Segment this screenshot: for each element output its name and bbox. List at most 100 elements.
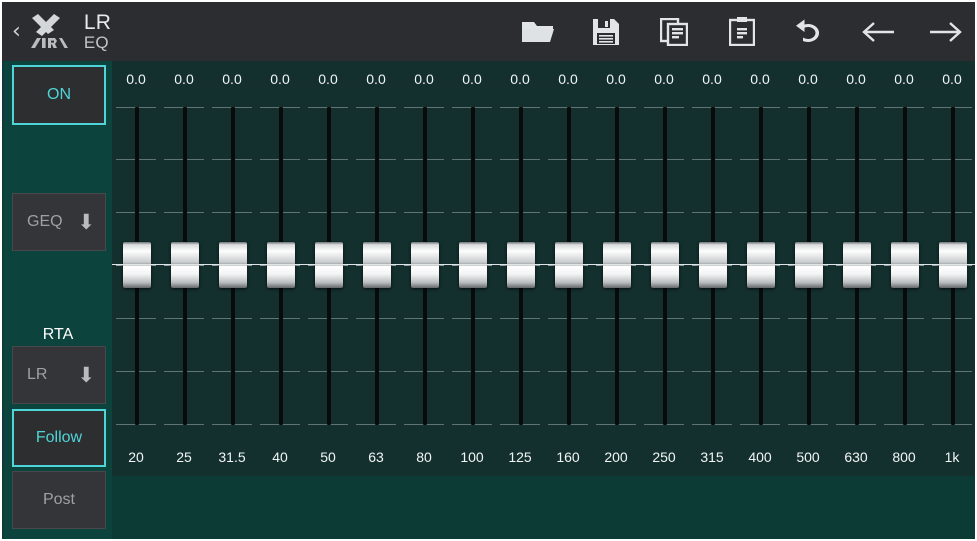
rta-follow-button[interactable]: Follow (12, 409, 106, 467)
geq-band-frequency: 40 (272, 449, 288, 465)
geq-band: 0.0 50 (304, 61, 354, 476)
geq-band-frequency: 400 (748, 449, 772, 465)
geq-band: 0.0 63 (352, 61, 402, 476)
geq-band-value: 0.0 (846, 71, 866, 87)
geq-band-frequency: 250 (652, 449, 676, 465)
geq-band: 0.0 100 (448, 61, 498, 476)
geq-band-frequency: 50 (320, 449, 336, 465)
undo-icon[interactable] (791, 12, 829, 52)
rta-post-label: Post (42, 491, 75, 508)
geq-band-frequency: 200 (604, 449, 628, 465)
geq-band-frequency: 1k (944, 449, 960, 465)
xair-logo (24, 10, 76, 54)
geq-band-value: 0.0 (366, 71, 386, 87)
geq-band-value: 0.0 (654, 71, 674, 87)
geq-fader-knob[interactable] (256, 242, 306, 288)
geq-band-value: 0.0 (222, 71, 242, 87)
geq-band-value: 0.0 (894, 71, 914, 87)
forward-arrow-icon[interactable] (927, 12, 965, 52)
geq-band-frequency: 315 (700, 449, 724, 465)
geq-fader-knob[interactable] (352, 242, 402, 288)
geq-band: 0.0 160 (544, 61, 594, 476)
geq-fader-knob[interactable] (688, 242, 738, 288)
geq-band: 0.0 31.5 (208, 61, 258, 476)
header-title-group: ‹ LR EQ (12, 2, 111, 61)
geq-band-frequency: 20 (128, 449, 144, 465)
copy-icon[interactable] (655, 12, 693, 52)
geq-mode-button[interactable]: GEQ ⬇ (12, 193, 106, 251)
geq-band: 0.0 200 (592, 61, 642, 476)
geq-band-value: 0.0 (414, 71, 434, 87)
geq-band-frequency: 63 (368, 449, 384, 465)
geq-band-frequency: 125 (508, 449, 532, 465)
xair-geq-screen: ‹ LR EQ ON GEQ ⬇ RTA LR ⬇ Follow Post 0.… (0, 0, 977, 541)
rta-source-button[interactable]: LR ⬇ (12, 346, 106, 404)
geq-fader-knob[interactable] (112, 242, 162, 288)
bottom-empty-strip (112, 476, 975, 539)
app-header: ‹ LR EQ (2, 2, 975, 63)
geq-band-frequency: 80 (416, 449, 432, 465)
paste-icon[interactable] (723, 12, 761, 52)
geq-fader-knob[interactable] (160, 242, 210, 288)
geq-band: 0.0 400 (736, 61, 786, 476)
geq-fader-knob[interactable] (208, 242, 258, 288)
rta-source-label: LR (27, 366, 48, 383)
geq-band-value: 0.0 (174, 71, 194, 87)
geq-fader-knob[interactable] (928, 242, 975, 288)
geq-fader-knob[interactable] (832, 242, 882, 288)
rta-section-label: RTA (42, 326, 74, 343)
geq-band-frequency: 25 (176, 449, 192, 465)
geq-band-value: 0.0 (558, 71, 578, 87)
eq-on-button[interactable]: ON (12, 65, 106, 125)
geq-band-value: 0.0 (750, 71, 770, 87)
geq-fader-knob[interactable] (640, 242, 690, 288)
geq-band: 0.0 125 (496, 61, 546, 476)
geq-band: 0.0 20 (112, 61, 162, 476)
geq-fader-knob[interactable] (736, 242, 786, 288)
geq-band: 0.0 1k (928, 61, 975, 476)
geq-band-value: 0.0 (270, 71, 290, 87)
geq-band: 0.0 800 (880, 61, 930, 476)
geq-band-frequency: 630 (844, 449, 868, 465)
chevron-down-icon: ⬇ (77, 362, 95, 387)
geq-band-frequency: 31.5 (218, 449, 246, 465)
back-chevron-icon[interactable]: ‹ (12, 20, 21, 43)
geq-band-frequency: 500 (796, 449, 820, 465)
geq-band: 0.0 80 (400, 61, 450, 476)
rta-follow-label: Follow (35, 429, 83, 446)
chevron-down-icon: ⬇ (77, 209, 95, 234)
geq-fader-knob[interactable] (304, 242, 354, 288)
open-icon[interactable] (519, 12, 557, 52)
save-icon[interactable] (587, 12, 625, 52)
geq-fader-knob[interactable] (592, 242, 642, 288)
geq-band-value: 0.0 (606, 71, 626, 87)
left-sidebar: ON GEQ ⬇ RTA LR ⬇ Follow Post (4, 61, 112, 539)
geq-band: 0.0 25 (160, 61, 210, 476)
geq-fader-knob[interactable] (544, 242, 594, 288)
geq-fader-knob[interactable] (784, 242, 834, 288)
back-arrow-icon[interactable] (859, 12, 897, 52)
geq-band-value: 0.0 (126, 71, 146, 87)
header-titles: LR EQ (83, 10, 112, 52)
geq-fader-knob[interactable] (880, 242, 930, 288)
geq-fader-knob[interactable] (448, 242, 498, 288)
geq-band: 0.0 315 (688, 61, 738, 476)
page-subtitle: EQ (83, 32, 109, 52)
geq-band: 0.0 500 (784, 61, 834, 476)
geq-band-value: 0.0 (318, 71, 338, 87)
eq-on-label: ON (47, 86, 71, 103)
geq-fader-panel: 0.0 20 0.0 25 0.0 31.5 0.0 40 0.0 50 0.0 63 0.0 80 0.0… (112, 61, 975, 476)
geq-fader-knob[interactable] (400, 242, 450, 288)
geq-fader-knob[interactable] (496, 242, 546, 288)
geq-band: 0.0 40 (256, 61, 306, 476)
page-title: LR (83, 10, 112, 34)
geq-band-frequency: 100 (460, 449, 484, 465)
geq-band-value: 0.0 (942, 71, 962, 87)
geq-band: 0.0 630 (832, 61, 882, 476)
geq-band-value: 0.0 (510, 71, 530, 87)
geq-band: 0.0 250 (640, 61, 690, 476)
rta-post-button[interactable]: Post (12, 471, 106, 529)
geq-band-value: 0.0 (462, 71, 482, 87)
toolbar (519, 2, 965, 61)
geq-band-value: 0.0 (798, 71, 818, 87)
